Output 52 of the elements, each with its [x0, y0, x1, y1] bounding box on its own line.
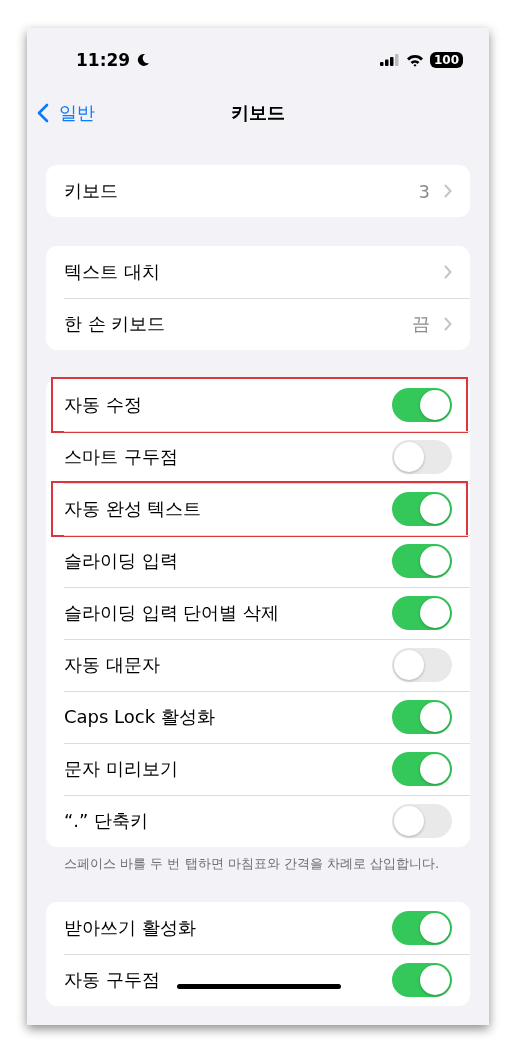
back-button[interactable]: 일반 — [37, 101, 95, 125]
toggle-switch[interactable] — [392, 596, 452, 630]
row-value: 3 — [418, 180, 430, 202]
row-label: 문자 미리보기 — [64, 757, 178, 781]
footer-note: 스페이스 바를 두 번 탭하면 마침표와 간격을 차례로 삽입합니다. — [64, 855, 441, 873]
row-label: 텍스트 대치 — [64, 260, 160, 284]
row-label: 자동 수정 — [64, 393, 142, 417]
chevron-icon — [444, 317, 452, 331]
toggle-switch[interactable] — [392, 544, 452, 578]
signal-icon — [379, 54, 400, 66]
row-label: 한 손 키보드 — [64, 312, 166, 336]
settings-row[interactable]: 스마트 구두점 — [46, 431, 470, 483]
row-label: 키보드 — [64, 179, 118, 203]
row-label: 스마트 구두점 — [64, 445, 178, 469]
settings-row[interactable]: Caps Lock 활성화 — [46, 691, 470, 743]
status-time: 11:29 — [76, 50, 131, 70]
toggle-switch[interactable] — [392, 752, 452, 786]
settings-row[interactable]: 슬라이딩 입력 단어별 삭제 — [46, 587, 470, 639]
settings-row[interactable]: 자동 완성 텍스트 — [46, 483, 470, 535]
back-chevron-icon — [37, 103, 49, 123]
battery-level: 100 — [429, 52, 463, 68]
moon-icon — [136, 53, 151, 67]
row-label: 자동 완성 텍스트 — [64, 497, 202, 521]
row-label: 받아쓰기 활성화 — [64, 916, 196, 940]
row-label: Caps Lock 활성화 — [64, 705, 215, 729]
toggle-switch[interactable] — [392, 388, 452, 422]
toggle-switch[interactable] — [392, 700, 452, 734]
row-label: 자동 대문자 — [64, 653, 160, 677]
row-label: 자동 구두점 — [64, 968, 160, 992]
chevron-icon — [444, 184, 452, 198]
settings-row[interactable]: 자동 수정 — [46, 379, 470, 431]
toggle-switch[interactable] — [392, 440, 452, 474]
screen-title: 키보드 — [231, 101, 285, 125]
row-value: 끔 — [412, 312, 430, 336]
settings-row[interactable]: 문자 미리보기 — [46, 743, 470, 795]
toggle-switch[interactable] — [392, 963, 452, 997]
row-label: 슬라이딩 입력 단어별 삭제 — [64, 601, 280, 625]
toggle-switch[interactable] — [392, 911, 452, 945]
chevron-icon — [444, 265, 452, 279]
settings-row[interactable]: 자동 대문자 — [46, 639, 470, 691]
settings-row[interactable]: 키보드 3 — [46, 165, 470, 217]
toggle-switch[interactable] — [392, 804, 452, 838]
wifi-icon — [405, 53, 424, 67]
settings-row[interactable]: “.” 단축키 — [46, 795, 470, 847]
toggle-switch[interactable] — [392, 648, 452, 682]
row-label: “.” 단축키 — [64, 809, 149, 833]
settings-row[interactable]: 슬라이딩 입력 — [46, 535, 470, 587]
settings-row[interactable]: 텍스트 대치 — [46, 246, 470, 298]
settings-row[interactable]: 받아쓰기 활성화 — [46, 902, 470, 954]
toggle-switch[interactable] — [392, 492, 452, 526]
row-label: 슬라이딩 입력 — [64, 549, 178, 573]
settings-row[interactable]: 한 손 키보드 끔 — [46, 298, 470, 350]
